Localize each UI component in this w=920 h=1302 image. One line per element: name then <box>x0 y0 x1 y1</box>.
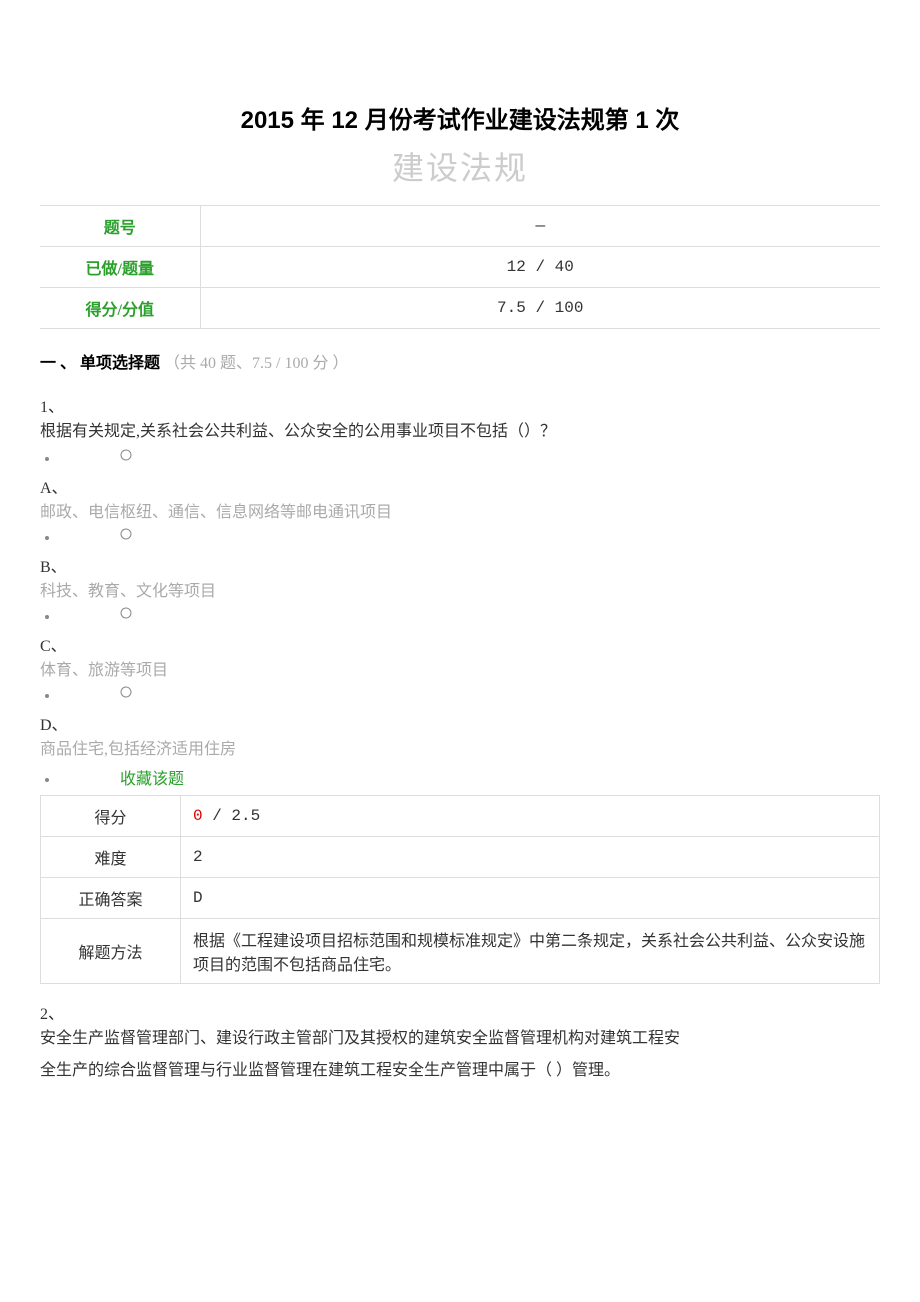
result-label-difficulty: 难度 <box>41 837 181 878</box>
result-label-method: 解题方法 <box>41 919 181 984</box>
option-bullet <box>40 607 880 626</box>
radio-icon[interactable] <box>120 686 132 698</box>
score-sep: / <box>203 807 232 825</box>
question-1-result-table: 得分 0 / 2.5 难度 2 正确答案 D 解题方法 根据《工程建设项目招标范… <box>40 795 880 984</box>
option-b-text: 科技、教育、文化等项目 <box>40 577 880 601</box>
question-2-text-line2: 全生产的综合监督管理与行业监督管理在建筑工程安全生产管理中属于（ ）管理。 <box>40 1056 880 1080</box>
option-bullet <box>40 449 880 468</box>
result-value-score: 0 / 2.5 <box>181 796 880 837</box>
option-c-text: 体育、旅游等项目 <box>40 656 880 680</box>
result-label-answer: 正确答案 <box>41 878 181 919</box>
radio-icon[interactable] <box>120 528 132 540</box>
summary-row: 已做/题量 12 / 40 <box>40 247 880 288</box>
question-2-number: 2、 <box>40 1000 880 1024</box>
question-2-text-line1: 安全生产监督管理部门、建设行政主管部门及其授权的建筑安全监督管理机构对建筑工程安 <box>40 1024 880 1048</box>
page-main-title: 2015 年 12 月份考试作业建设法规第 1 次 <box>40 100 880 135</box>
section-stats: （共 40 题、7.5 / 100 分 ） <box>164 355 348 372</box>
summary-label-done-total: 已做/题量 <box>40 247 200 288</box>
favorite-bullet: 收藏该题 <box>40 765 880 789</box>
option-d-label: D、 <box>40 711 880 735</box>
result-row-difficulty: 难度 2 <box>41 837 880 878</box>
question-1-number: 1、 <box>40 393 880 417</box>
option-bullet <box>40 528 880 547</box>
result-label-score: 得分 <box>41 796 181 837</box>
option-b-label: B、 <box>40 553 880 577</box>
score-total: 2.5 <box>231 807 260 825</box>
summary-table: 题号 — 已做/题量 12 / 40 得分/分值 7.5 / 100 <box>40 205 880 329</box>
summary-row: 得分/分值 7.5 / 100 <box>40 288 880 329</box>
option-bullet <box>40 686 880 705</box>
favorite-link[interactable]: 收藏该题 <box>120 771 184 788</box>
result-value-answer: D <box>181 878 880 919</box>
summary-label-score: 得分/分值 <box>40 288 200 329</box>
summary-value-done-total: 12 / 40 <box>200 247 880 288</box>
section-prefix: 一 、 <box>40 355 76 372</box>
section-title: 单项选择题 <box>80 355 160 372</box>
radio-icon[interactable] <box>120 607 132 619</box>
question-1-text: 根据有关规定,关系社会公共利益、公众安全的公用事业项目不包括（）？ <box>40 417 880 441</box>
result-row-answer: 正确答案 D <box>41 878 880 919</box>
summary-value-question-number: — <box>200 206 880 247</box>
result-row-method: 解题方法 根据《工程建设项目招标范围和规模标准规定》中第二条规定，关系社会公共利… <box>41 919 880 984</box>
summary-row: 题号 — <box>40 206 880 247</box>
option-d-text: 商品住宅,包括经济适用住房 <box>40 735 880 759</box>
page-sub-title: 建设法规 <box>40 143 880 189</box>
option-a-label: A、 <box>40 474 880 498</box>
result-value-method: 根据《工程建设项目招标范围和规模标准规定》中第二条规定，关系社会公共利益、公众安… <box>181 919 880 984</box>
option-a-text: 邮政、电信枢纽、通信、信息网络等邮电通讯项目 <box>40 498 880 522</box>
section-heading: 一 、 单项选择题 （共 40 题、7.5 / 100 分 ） <box>40 349 880 373</box>
option-c-label: C、 <box>40 632 880 656</box>
score-got: 0 <box>193 807 203 825</box>
summary-value-score: 7.5 / 100 <box>200 288 880 329</box>
result-value-difficulty: 2 <box>181 837 880 878</box>
result-row-score: 得分 0 / 2.5 <box>41 796 880 837</box>
summary-label-question-number: 题号 <box>40 206 200 247</box>
radio-icon[interactable] <box>120 449 132 461</box>
